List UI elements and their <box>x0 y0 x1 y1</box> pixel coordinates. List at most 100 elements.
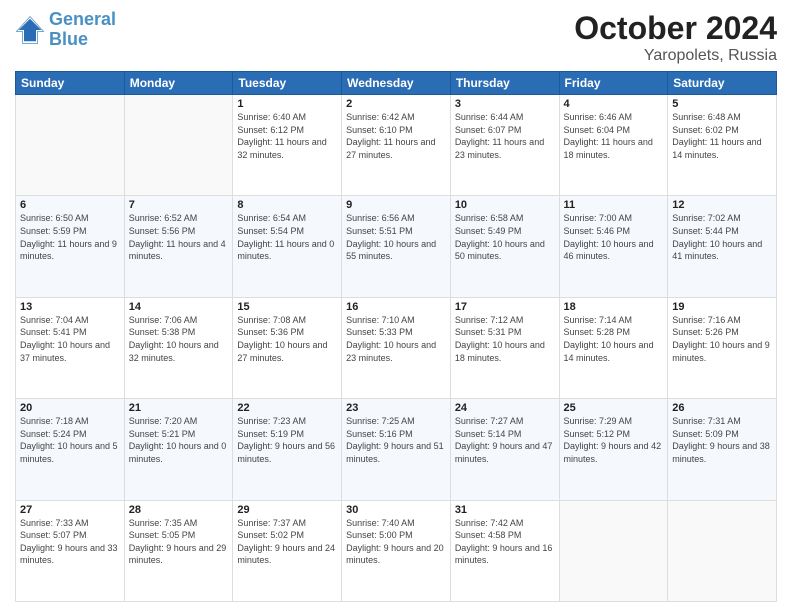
day-info: Sunrise: 7:23 AM Sunset: 5:19 PM Dayligh… <box>237 415 337 465</box>
day-info: Sunrise: 7:37 AM Sunset: 5:02 PM Dayligh… <box>237 517 337 567</box>
day-number: 3 <box>455 98 555 110</box>
day-info: Sunrise: 7:29 AM Sunset: 5:12 PM Dayligh… <box>564 415 664 465</box>
day-number: 17 <box>455 301 555 313</box>
day-number: 19 <box>672 301 772 313</box>
logo: General Blue <box>15 10 116 50</box>
day-cell: 6Sunrise: 6:50 AM Sunset: 5:59 PM Daylig… <box>16 196 125 297</box>
day-cell: 8Sunrise: 6:54 AM Sunset: 5:54 PM Daylig… <box>233 196 342 297</box>
day-cell: 24Sunrise: 7:27 AM Sunset: 5:14 PM Dayli… <box>450 399 559 500</box>
day-info: Sunrise: 7:33 AM Sunset: 5:07 PM Dayligh… <box>20 517 120 567</box>
day-cell: 14Sunrise: 7:06 AM Sunset: 5:38 PM Dayli… <box>124 297 233 398</box>
day-info: Sunrise: 6:42 AM Sunset: 6:10 PM Dayligh… <box>346 111 446 161</box>
day-info: Sunrise: 7:27 AM Sunset: 5:14 PM Dayligh… <box>455 415 555 465</box>
logo-icon <box>15 15 45 45</box>
day-cell: 12Sunrise: 7:02 AM Sunset: 5:44 PM Dayli… <box>668 196 777 297</box>
week-row-3: 13Sunrise: 7:04 AM Sunset: 5:41 PM Dayli… <box>16 297 777 398</box>
day-info: Sunrise: 7:04 AM Sunset: 5:41 PM Dayligh… <box>20 314 120 364</box>
weekday-header-thursday: Thursday <box>450 72 559 95</box>
day-cell: 4Sunrise: 6:46 AM Sunset: 6:04 PM Daylig… <box>559 95 668 196</box>
day-cell: 13Sunrise: 7:04 AM Sunset: 5:41 PM Dayli… <box>16 297 125 398</box>
day-info: Sunrise: 6:40 AM Sunset: 6:12 PM Dayligh… <box>237 111 337 161</box>
day-number: 11 <box>564 199 664 211</box>
weekday-header-row: SundayMondayTuesdayWednesdayThursdayFrid… <box>16 72 777 95</box>
day-number: 14 <box>129 301 229 313</box>
day-info: Sunrise: 6:58 AM Sunset: 5:49 PM Dayligh… <box>455 212 555 262</box>
calendar-subtitle: Yaropolets, Russia <box>574 47 777 65</box>
day-cell: 15Sunrise: 7:08 AM Sunset: 5:36 PM Dayli… <box>233 297 342 398</box>
day-number: 9 <box>346 199 446 211</box>
day-info: Sunrise: 6:50 AM Sunset: 5:59 PM Dayligh… <box>20 212 120 262</box>
day-info: Sunrise: 7:12 AM Sunset: 5:31 PM Dayligh… <box>455 314 555 364</box>
day-number: 28 <box>129 504 229 516</box>
day-cell: 5Sunrise: 6:48 AM Sunset: 6:02 PM Daylig… <box>668 95 777 196</box>
day-number: 22 <box>237 402 337 414</box>
day-cell <box>124 95 233 196</box>
day-info: Sunrise: 6:48 AM Sunset: 6:02 PM Dayligh… <box>672 111 772 161</box>
weekday-header-wednesday: Wednesday <box>342 72 451 95</box>
day-cell: 17Sunrise: 7:12 AM Sunset: 5:31 PM Dayli… <box>450 297 559 398</box>
day-cell: 18Sunrise: 7:14 AM Sunset: 5:28 PM Dayli… <box>559 297 668 398</box>
day-number: 10 <box>455 199 555 211</box>
day-cell <box>16 95 125 196</box>
day-cell: 21Sunrise: 7:20 AM Sunset: 5:21 PM Dayli… <box>124 399 233 500</box>
day-cell: 10Sunrise: 6:58 AM Sunset: 5:49 PM Dayli… <box>450 196 559 297</box>
week-row-5: 27Sunrise: 7:33 AM Sunset: 5:07 PM Dayli… <box>16 500 777 601</box>
day-cell: 9Sunrise: 6:56 AM Sunset: 5:51 PM Daylig… <box>342 196 451 297</box>
day-info: Sunrise: 7:42 AM Sunset: 4:58 PM Dayligh… <box>455 517 555 567</box>
day-number: 26 <box>672 402 772 414</box>
day-info: Sunrise: 7:40 AM Sunset: 5:00 PM Dayligh… <box>346 517 446 567</box>
page: General Blue October 2024 Yaropolets, Ru… <box>0 0 792 612</box>
day-info: Sunrise: 7:35 AM Sunset: 5:05 PM Dayligh… <box>129 517 229 567</box>
day-info: Sunrise: 7:31 AM Sunset: 5:09 PM Dayligh… <box>672 415 772 465</box>
day-info: Sunrise: 7:25 AM Sunset: 5:16 PM Dayligh… <box>346 415 446 465</box>
day-cell: 28Sunrise: 7:35 AM Sunset: 5:05 PM Dayli… <box>124 500 233 601</box>
logo-text: General Blue <box>49 10 116 50</box>
day-number: 12 <box>672 199 772 211</box>
day-cell <box>559 500 668 601</box>
day-info: Sunrise: 7:02 AM Sunset: 5:44 PM Dayligh… <box>672 212 772 262</box>
day-cell: 2Sunrise: 6:42 AM Sunset: 6:10 PM Daylig… <box>342 95 451 196</box>
day-number: 16 <box>346 301 446 313</box>
day-number: 2 <box>346 98 446 110</box>
day-info: Sunrise: 7:06 AM Sunset: 5:38 PM Dayligh… <box>129 314 229 364</box>
day-cell: 20Sunrise: 7:18 AM Sunset: 5:24 PM Dayli… <box>16 399 125 500</box>
day-info: Sunrise: 7:18 AM Sunset: 5:24 PM Dayligh… <box>20 415 120 465</box>
calendar-title: October 2024 <box>574 10 777 47</box>
day-number: 8 <box>237 199 337 211</box>
header: General Blue October 2024 Yaropolets, Ru… <box>15 10 777 65</box>
day-number: 15 <box>237 301 337 313</box>
day-cell: 30Sunrise: 7:40 AM Sunset: 5:00 PM Dayli… <box>342 500 451 601</box>
day-number: 18 <box>564 301 664 313</box>
day-number: 13 <box>20 301 120 313</box>
day-cell: 11Sunrise: 7:00 AM Sunset: 5:46 PM Dayli… <box>559 196 668 297</box>
day-info: Sunrise: 7:20 AM Sunset: 5:21 PM Dayligh… <box>129 415 229 465</box>
day-cell: 16Sunrise: 7:10 AM Sunset: 5:33 PM Dayli… <box>342 297 451 398</box>
day-cell: 31Sunrise: 7:42 AM Sunset: 4:58 PM Dayli… <box>450 500 559 601</box>
day-info: Sunrise: 6:56 AM Sunset: 5:51 PM Dayligh… <box>346 212 446 262</box>
day-info: Sunrise: 6:46 AM Sunset: 6:04 PM Dayligh… <box>564 111 664 161</box>
day-cell: 1Sunrise: 6:40 AM Sunset: 6:12 PM Daylig… <box>233 95 342 196</box>
day-number: 7 <box>129 199 229 211</box>
day-cell: 7Sunrise: 6:52 AM Sunset: 5:56 PM Daylig… <box>124 196 233 297</box>
day-info: Sunrise: 6:54 AM Sunset: 5:54 PM Dayligh… <box>237 212 337 262</box>
day-number: 1 <box>237 98 337 110</box>
day-info: Sunrise: 7:00 AM Sunset: 5:46 PM Dayligh… <box>564 212 664 262</box>
week-row-2: 6Sunrise: 6:50 AM Sunset: 5:59 PM Daylig… <box>16 196 777 297</box>
day-number: 5 <box>672 98 772 110</box>
day-cell: 22Sunrise: 7:23 AM Sunset: 5:19 PM Dayli… <box>233 399 342 500</box>
day-number: 27 <box>20 504 120 516</box>
day-number: 20 <box>20 402 120 414</box>
day-number: 29 <box>237 504 337 516</box>
weekday-header-tuesday: Tuesday <box>233 72 342 95</box>
day-number: 30 <box>346 504 446 516</box>
day-info: Sunrise: 6:52 AM Sunset: 5:56 PM Dayligh… <box>129 212 229 262</box>
day-cell: 26Sunrise: 7:31 AM Sunset: 5:09 PM Dayli… <box>668 399 777 500</box>
day-cell: 29Sunrise: 7:37 AM Sunset: 5:02 PM Dayli… <box>233 500 342 601</box>
day-cell: 3Sunrise: 6:44 AM Sunset: 6:07 PM Daylig… <box>450 95 559 196</box>
day-cell: 23Sunrise: 7:25 AM Sunset: 5:16 PM Dayli… <box>342 399 451 500</box>
day-number: 23 <box>346 402 446 414</box>
day-number: 24 <box>455 402 555 414</box>
week-row-1: 1Sunrise: 6:40 AM Sunset: 6:12 PM Daylig… <box>16 95 777 196</box>
day-info: Sunrise: 7:16 AM Sunset: 5:26 PM Dayligh… <box>672 314 772 364</box>
weekday-header-sunday: Sunday <box>16 72 125 95</box>
